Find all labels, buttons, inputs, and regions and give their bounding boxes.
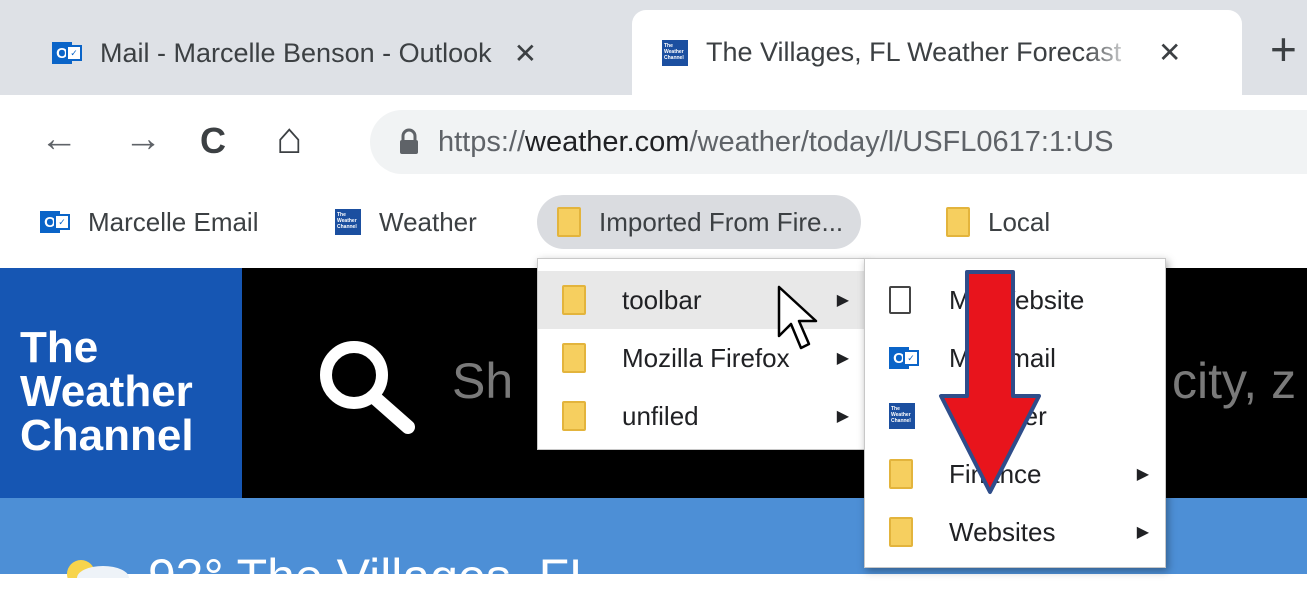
url-text: https://weather.com/weather/today/l/USFL…	[438, 125, 1114, 158]
folder-icon	[889, 459, 913, 489]
tab-title: The Villages, FL Weather Forecast	[706, 37, 1122, 67]
weather-channel-icon: The Weather Channel	[335, 209, 361, 235]
outlook-icon: O ✓	[40, 208, 70, 236]
submenu-arrow-icon: ▶	[1136, 466, 1149, 483]
folder-icon	[562, 343, 586, 373]
menu-item-label: toolbar	[622, 284, 702, 315]
menu-item-label: unfiled	[622, 400, 699, 431]
address-bar[interactable]: https://weather.com/weather/today/l/USFL…	[370, 110, 1307, 174]
weather-channel-icon: The Weather Channel	[662, 39, 688, 66]
logo-line: The	[20, 323, 99, 372]
outlook-icon: O ✓	[52, 39, 82, 67]
logo-line: Weather	[20, 367, 193, 416]
bookmark-label: Marcelle Email	[88, 206, 259, 237]
outlook-icon: O ✓	[889, 344, 919, 372]
close-tab-icon[interactable]: ✕	[1158, 36, 1181, 69]
folder-icon	[562, 285, 586, 315]
bookmark-label: Weather	[379, 206, 477, 237]
submenu-arrow-icon: ▶	[836, 408, 849, 425]
lock-icon	[400, 128, 418, 154]
menu-item-label: Mozilla Firefox	[622, 342, 790, 373]
bookmark-folder-local[interactable]: Local	[946, 195, 1050, 249]
menu-item-websites[interactable]: Websites ▶	[865, 503, 1165, 561]
new-tab-button[interactable]: +	[1270, 22, 1297, 76]
annotation-down-arrow-icon	[939, 270, 1041, 494]
mouse-cursor-icon	[777, 285, 818, 350]
tab-title: Mail - Marcelle Benson - Outlook	[100, 37, 492, 68]
bookmark-marcelle-email[interactable]: O ✓ Marcelle Email	[40, 195, 259, 249]
logo-line: Channel	[20, 411, 194, 460]
forward-button[interactable]: →	[124, 118, 162, 161]
search-placeholder-tail[interactable]: city, z	[1172, 352, 1296, 410]
bookmark-label: Imported From Fire...	[599, 206, 844, 237]
folder-icon	[557, 207, 581, 237]
location-title[interactable]: 93° The Villages, FL	[148, 548, 597, 606]
search-icon[interactable]	[312, 335, 422, 435]
folder-icon	[562, 401, 586, 431]
submenu-arrow-icon: ▶	[836, 292, 849, 309]
submenu-arrow-icon: ▶	[836, 350, 849, 367]
weather-channel-icon: The Weather Channel	[889, 403, 915, 429]
bookmark-label: Local	[988, 206, 1051, 237]
submenu-arrow-icon: ▶	[1136, 524, 1149, 541]
back-button[interactable]: ←	[40, 118, 78, 161]
tab-weather[interactable]: The Weather Channel The Villages, FL Weath…	[632, 10, 1242, 95]
folder-icon	[946, 207, 970, 237]
tab-outlook-mail[interactable]: O ✓ Mail - Marcelle Benson - Outlook ✕	[52, 28, 537, 78]
folder-icon	[889, 517, 913, 547]
close-tab-icon[interactable]: ✕	[514, 37, 537, 70]
menu-item-label: Websites	[949, 516, 1056, 547]
page-icon	[889, 286, 911, 314]
bookmark-folder-imported[interactable]: Imported From Fire...	[537, 195, 862, 249]
weather-channel-logo[interactable]: The Weather Channel	[0, 268, 242, 498]
search-placeholder[interactable]: Sh	[452, 352, 513, 410]
bookmark-weather[interactable]: The Weather Channel Weather	[335, 195, 477, 249]
menu-item-unfiled[interactable]: unfiled ▶	[538, 387, 865, 445]
home-button[interactable]: ⌂	[276, 114, 303, 164]
reload-button[interactable]: C	[200, 120, 226, 162]
